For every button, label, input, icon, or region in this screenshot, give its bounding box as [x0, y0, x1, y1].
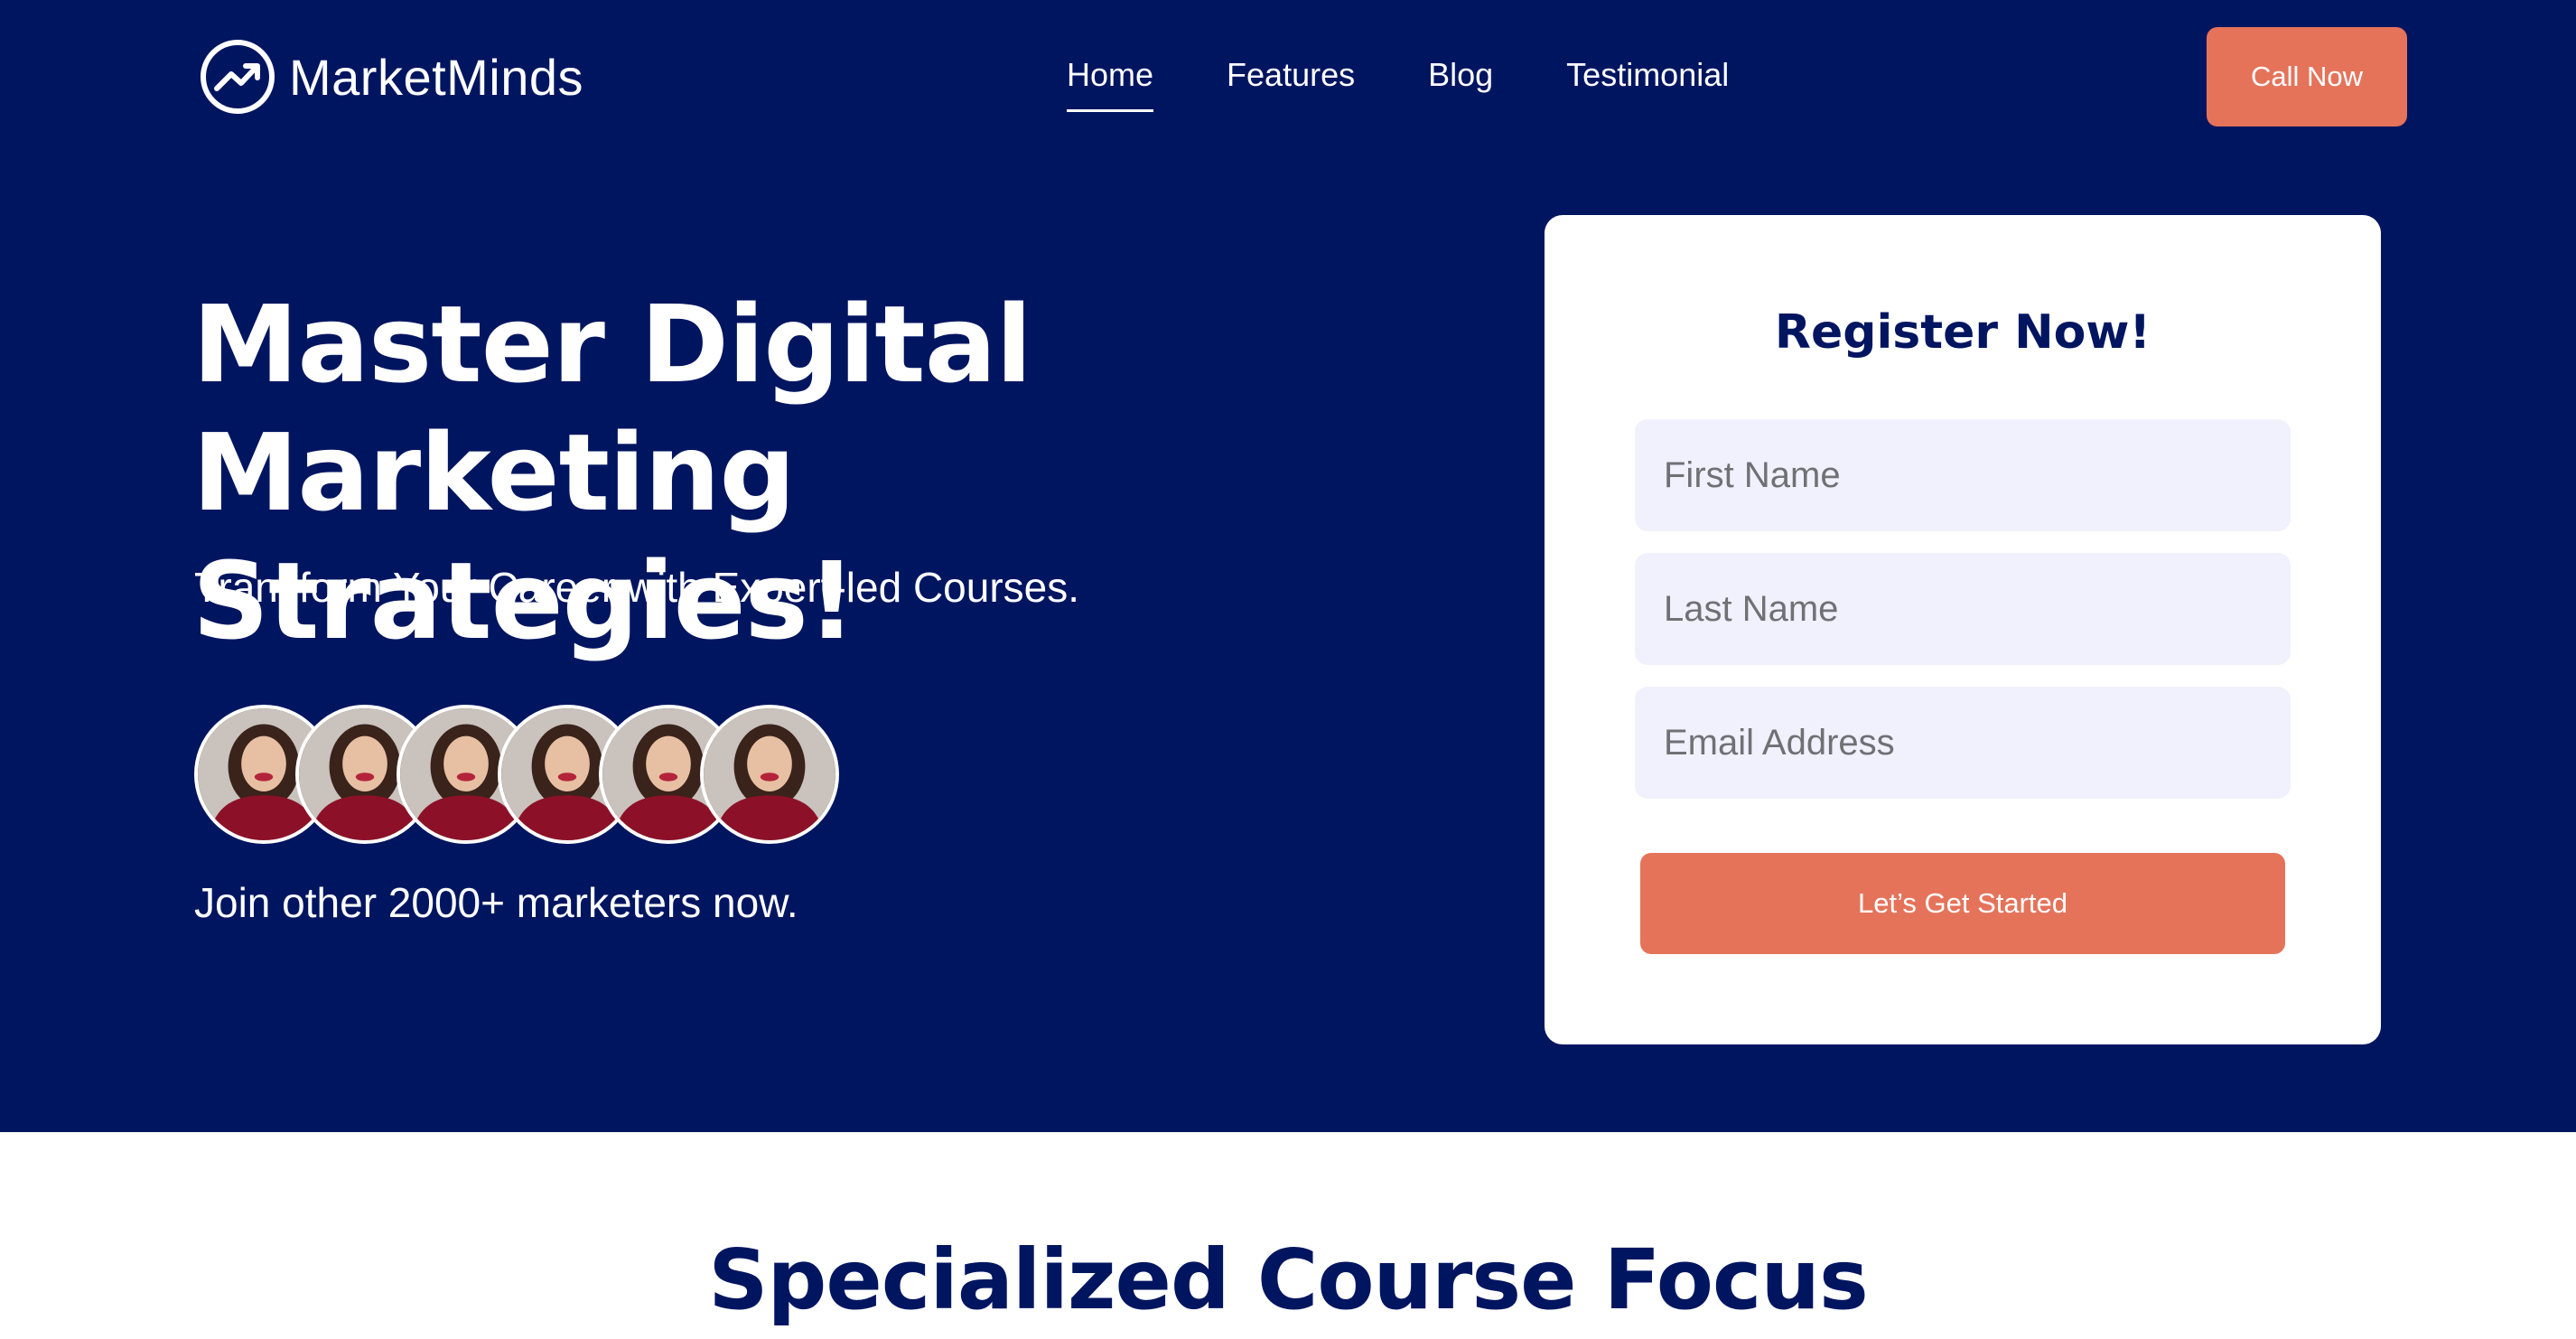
brand-logo[interactable]: MarketMinds	[199, 37, 583, 117]
first-name-field[interactable]	[1635, 419, 2291, 531]
nav-features-link[interactable]: Features	[1227, 56, 1355, 99]
email-field[interactable]	[1635, 687, 2291, 799]
nav-testimonial-link[interactable]: Testimonial	[1566, 56, 1729, 99]
last-name-field[interactable]	[1635, 553, 2291, 665]
register-title: Register Now!	[1774, 305, 2151, 360]
brand-name: MarketMinds	[289, 48, 584, 106]
join-text: Join other 2000+ marketers now.	[194, 879, 798, 926]
section-title: Specialized Course Focus	[708, 1231, 1868, 1328]
avatar	[700, 705, 839, 844]
nav-blog-link[interactable]: Blog	[1428, 56, 1493, 99]
call-now-button[interactable]: Call Now	[2207, 27, 2407, 126]
hero-subheadline: Transform Your Career with Expert-led Co…	[194, 564, 1080, 611]
trending-up-circle-icon	[201, 40, 275, 114]
register-card: Register Now! Let’s Get Started	[1545, 215, 2381, 1044]
get-started-button[interactable]: Let’s Get Started	[1640, 853, 2285, 954]
nav-home-link[interactable]: Home	[1067, 56, 1154, 112]
main-nav: Home Features Blog Testimonial	[1067, 56, 1729, 112]
hero-section: MarketMinds Home Features Blog Testimoni…	[0, 0, 2576, 1132]
